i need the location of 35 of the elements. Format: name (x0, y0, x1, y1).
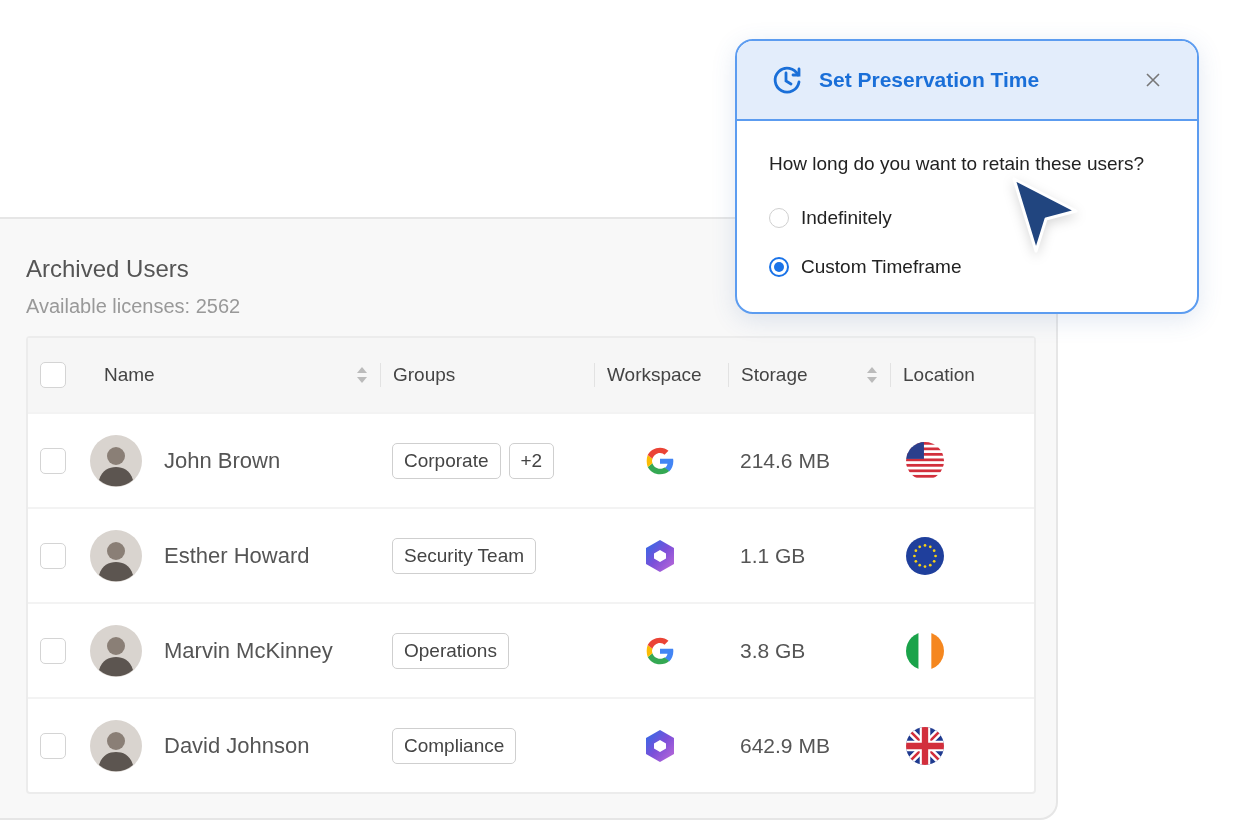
license-count: Available licenses: 2562 (26, 295, 242, 318)
avatar (90, 719, 142, 772)
select-all-checkbox[interactable] (40, 362, 66, 388)
group-tag: Corporate (392, 442, 501, 479)
user-name: David Johnson (164, 732, 310, 759)
dialog-question: How long do you want to retain these users? (769, 153, 1145, 175)
avatar (90, 529, 142, 582)
row-checkbox[interactable] (40, 637, 66, 664)
column-header: Location (903, 364, 975, 386)
column-header: Name (104, 364, 155, 386)
avatar (90, 434, 142, 487)
column-header: Groups (393, 364, 456, 386)
storage-size: 642.9 MB (740, 733, 830, 758)
storage-size: 3.8 GB (740, 638, 806, 663)
avatar (90, 624, 142, 677)
dialog-title: Set Preservation Time (819, 68, 1041, 92)
column-header: Storage (741, 364, 808, 386)
row-checkbox[interactable] (40, 732, 66, 759)
radio-button[interactable] (769, 256, 789, 277)
column-header: Workspace (607, 364, 702, 386)
option-label: Custom Timeframe (801, 255, 962, 278)
row-checkbox[interactable] (40, 542, 66, 569)
group-tag: Security Team (392, 537, 537, 574)
storage-size: 1.1 GB (740, 543, 806, 568)
group-tag: Compliance (392, 727, 517, 764)
card-title: Archived Users (26, 255, 189, 283)
option-label: Indefinitely (801, 206, 892, 229)
group-tag: +2 (508, 442, 555, 479)
user-name: John Brown (164, 447, 281, 474)
storage-size: 214.6 MB (740, 448, 830, 473)
user-name: Esther Howard (164, 542, 310, 569)
group-tag: Operations (392, 632, 509, 669)
row-checkbox[interactable] (40, 447, 66, 474)
clock-refresh-icon (771, 64, 803, 96)
user-name: Marvin McKinney (164, 637, 333, 664)
